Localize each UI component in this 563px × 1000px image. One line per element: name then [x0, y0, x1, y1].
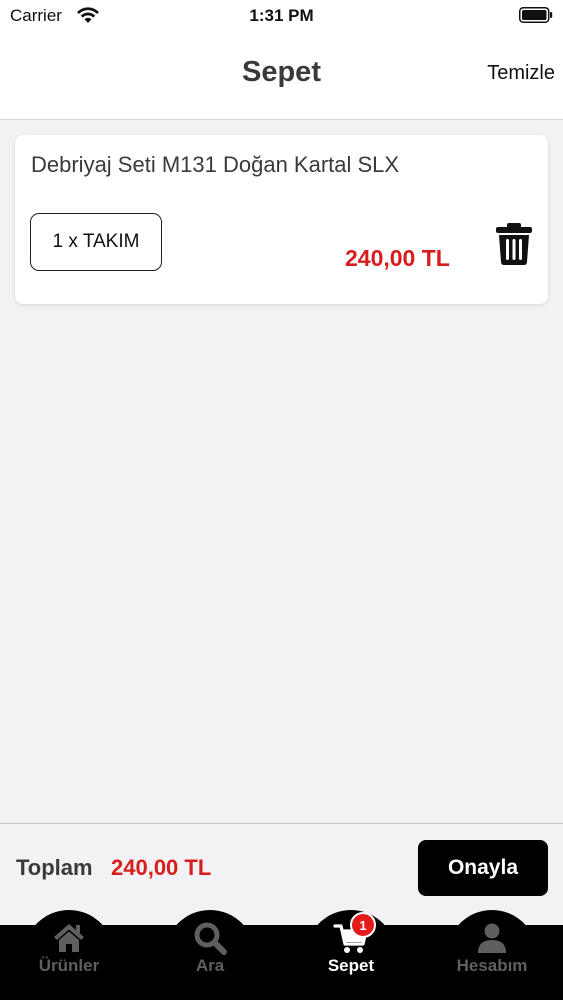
product-name: Debriyaj Seti M131 Doğan Kartal SLX	[31, 152, 400, 177]
page-title: Sepet	[242, 56, 321, 88]
status-bar: Carrier 1:31 PM	[0, 0, 563, 32]
cart-item-card: Debriyaj Seti M131 Doğan Kartal SLX 1 x …	[15, 135, 548, 304]
cart-badge: 1	[350, 912, 376, 938]
tab-search[interactable]: Ara	[165, 910, 255, 1000]
total-label: Toplam	[16, 855, 93, 880]
item-price: 240,00 TL	[345, 245, 450, 271]
tab-label: Hesabım	[456, 956, 528, 975]
search-icon	[194, 922, 227, 955]
tab-cart[interactable]: 1 Sepet	[306, 910, 396, 1000]
tab-bar: Ürünler Ara 1 Sepet Hesabım	[0, 910, 563, 1000]
tab-label: Sepet	[327, 956, 375, 975]
tab-products[interactable]: Ürünler	[24, 910, 114, 1000]
battery-icon	[519, 7, 553, 23]
total-value: 240,00 TL	[111, 855, 212, 880]
tab-label: Ara	[195, 956, 225, 975]
clear-cart-button[interactable]: Temizle	[487, 62, 555, 85]
trash-icon[interactable]	[495, 223, 533, 265]
clock: 1:31 PM	[249, 6, 314, 25]
navigation-bar: Sepet Temizle	[0, 32, 563, 120]
quantity-selector[interactable]: 1 x TAKIM	[30, 213, 162, 271]
tab-account[interactable]: Hesabım	[447, 910, 537, 1000]
user-icon	[478, 923, 506, 953]
home-icon	[54, 924, 84, 952]
confirm-button[interactable]: Onayla	[418, 840, 548, 896]
tab-label: Ürünler	[38, 956, 100, 975]
